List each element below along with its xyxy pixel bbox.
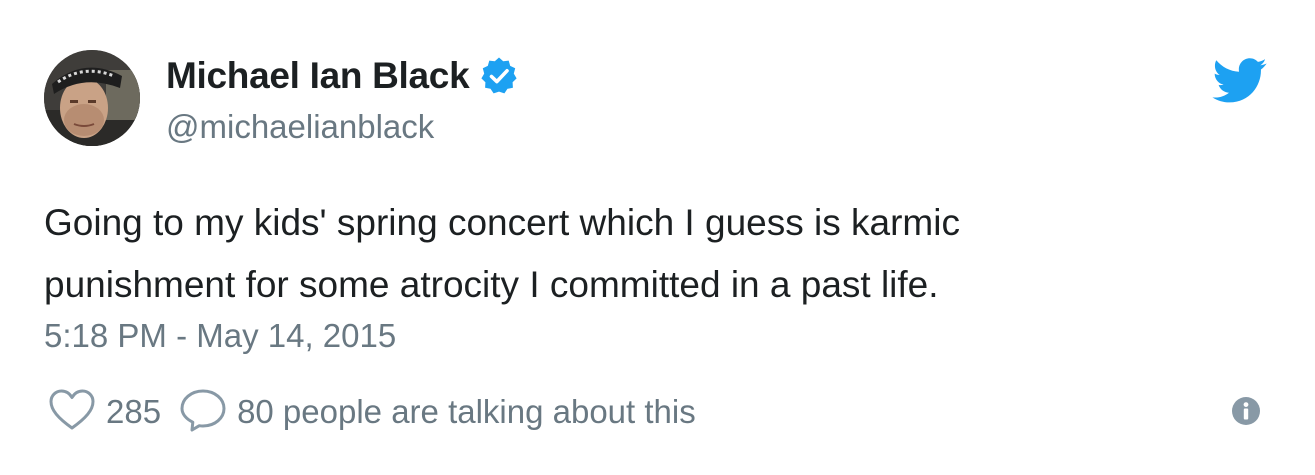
tweet-actions: 285 80 people are talking about this (48, 388, 696, 436)
like-button[interactable]: 285 (48, 388, 161, 437)
embedded-tweet: Michael Ian Black @michaelianblack Going… (0, 0, 1315, 475)
conversation-link[interactable]: 80 people are talking about this (179, 388, 696, 437)
author-name-row[interactable]: Michael Ian Black (166, 52, 519, 100)
twitter-bird-icon[interactable] (1212, 58, 1268, 104)
conversation-count-text: 80 people are talking about this (237, 393, 696, 430)
like-count: 285 (106, 393, 162, 430)
tweet-text-line: Going to my kids' spring concert which I… (44, 202, 960, 243)
author-handle[interactable]: @michaelianblack (166, 108, 434, 146)
avatar-image (44, 50, 140, 146)
tweet-timestamp-link[interactable]: 5:18 PM - May 14, 2015 (44, 314, 396, 358)
avatar[interactable] (44, 50, 140, 146)
verified-badge-icon (479, 56, 519, 96)
tweet-text: Going to my kids' spring concert which I… (44, 192, 1284, 316)
heart-icon (48, 388, 96, 437)
speech-bubble-icon (179, 388, 227, 437)
tweet-text-line: punishment for some atrocity I committed… (44, 264, 939, 305)
info-icon[interactable] (1231, 396, 1261, 426)
author-display-name[interactable]: Michael Ian Black (166, 55, 470, 97)
